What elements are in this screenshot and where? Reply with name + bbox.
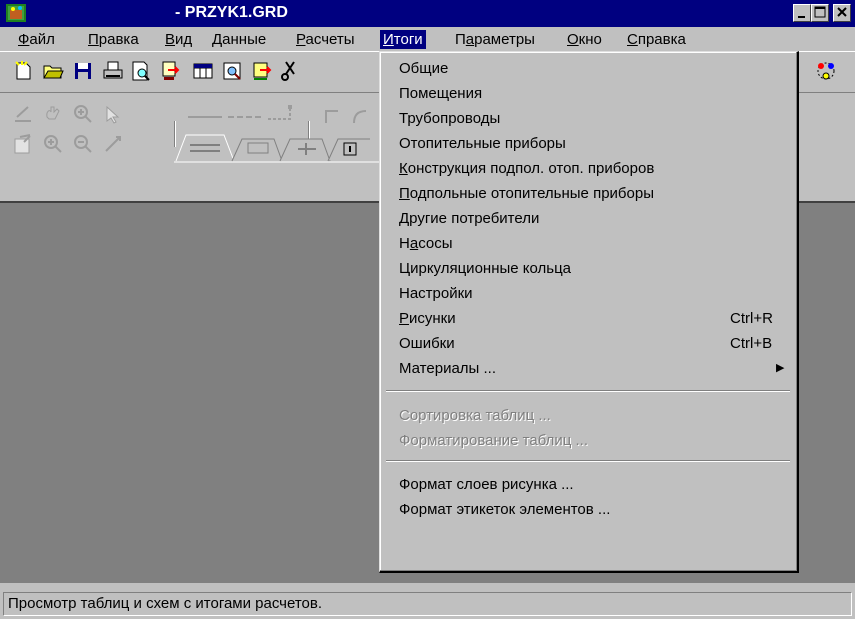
results-dropdown-menu: Общие Помещения Трубопроводы Отопительны… (379, 51, 799, 573)
menu-file[interactable]: Файл (15, 30, 58, 49)
cut-icon[interactable] (280, 60, 302, 82)
menu-window[interactable]: Окно (564, 30, 605, 49)
menu-item-element-labels-format[interactable]: Формат этикеток элементов ... (383, 497, 793, 522)
pan-hand-icon[interactable] (42, 103, 64, 125)
open-folder-icon[interactable] (42, 60, 64, 82)
elbow-icon[interactable] (320, 103, 342, 125)
menu-item-pumps[interactable]: Насосы (383, 231, 793, 256)
menu-item-circulation-rings[interactable]: Циркуляционные кольца (383, 256, 793, 281)
menu-edit[interactable]: Правка (85, 30, 142, 49)
export-results-icon[interactable] (251, 60, 273, 82)
menu-item-drawings[interactable]: Рисунки Ctrl+R (383, 306, 793, 331)
menu-item-settings[interactable]: Настройки (383, 281, 793, 306)
zoom-out-icon[interactable] (72, 133, 94, 155)
pipe-return-icon[interactable] (226, 103, 266, 125)
insert-text-icon[interactable] (12, 133, 34, 155)
menu-help[interactable]: Справка (624, 30, 689, 49)
zoom-in-icon[interactable] (72, 103, 94, 125)
status-text: Просмотр таблиц и схем с итогами расчето… (3, 592, 852, 616)
menu-item-rooms[interactable]: Помещения (383, 81, 793, 106)
menu-item-errors[interactable]: Ошибки Ctrl+B (383, 331, 793, 356)
submenu-arrow-icon: ▶ (776, 362, 785, 374)
menu-item-general[interactable]: Общие (383, 56, 793, 81)
close-button[interactable] (833, 4, 851, 22)
pointer-icon[interactable] (102, 103, 124, 125)
shortcut-label: Ctrl+B (730, 335, 773, 352)
layer-tabs[interactable] (174, 133, 384, 163)
menu-item-materials[interactable]: Материалы ... ▶ (383, 356, 793, 381)
minimize-icon (798, 16, 805, 18)
menu-results[interactable]: Итоги (380, 30, 426, 49)
menu-item-other-consumers[interactable]: Другие потребители (383, 206, 793, 231)
shortcut-label: Ctrl+R (730, 310, 773, 327)
menu-separator (386, 460, 790, 462)
measure-icon[interactable] (102, 133, 124, 155)
riser-icon[interactable] (266, 103, 302, 125)
menu-parameters[interactable]: Параметры (452, 30, 538, 49)
window-title: - PRZYK1.GRD (175, 4, 288, 21)
maximize-icon (814, 6, 826, 18)
save-icon[interactable] (72, 60, 94, 82)
table-icon[interactable] (192, 60, 214, 82)
menu-item-format-tables: Форматирование таблиц ... (399, 432, 589, 449)
new-file-icon[interactable] (12, 60, 34, 82)
menu-item-underfloor-construction[interactable]: Конструкция подпол. отоп. приборов (383, 156, 793, 181)
menu-data[interactable]: Данные (209, 30, 269, 49)
menu-item-drawing-layers-format[interactable]: Формат слоев рисунка ... (383, 472, 793, 497)
menu-item-pipelines[interactable]: Трубопроводы (383, 106, 793, 131)
menu-calculations[interactable]: Расчеты (293, 30, 358, 49)
status-bar: Просмотр таблиц и схем с итогами расчето… (0, 587, 855, 619)
menu-view[interactable]: Вид (162, 30, 195, 49)
menu-separator (386, 390, 790, 392)
menu-item-heating-devices[interactable]: Отопительные приборы (383, 131, 793, 156)
menu-bar: Файл Правка Вид Данные Расчеты Итоги Пар… (0, 27, 855, 51)
menu-item-underfloor-heaters[interactable]: Подпольные отопительные приборы (383, 181, 793, 206)
close-icon (837, 7, 847, 17)
title-bar: - PRZYK1.GRD (0, 0, 855, 27)
minimize-button[interactable] (793, 4, 811, 22)
pipe-supply-icon[interactable] (186, 103, 226, 125)
print-icon[interactable] (102, 60, 124, 82)
app-icon[interactable] (6, 4, 26, 22)
maximize-button[interactable] (811, 4, 829, 22)
export-icon[interactable] (160, 60, 182, 82)
network-node-icon[interactable] (815, 60, 837, 82)
draw-line-icon[interactable] (12, 103, 34, 125)
menu-item-sort-tables: Сортировка таблиц ... (399, 407, 551, 424)
zoom-window-icon[interactable] (42, 133, 64, 155)
zoom-view-icon[interactable] (222, 60, 244, 82)
print-preview-icon[interactable] (130, 60, 152, 82)
arc-icon[interactable] (348, 103, 370, 125)
